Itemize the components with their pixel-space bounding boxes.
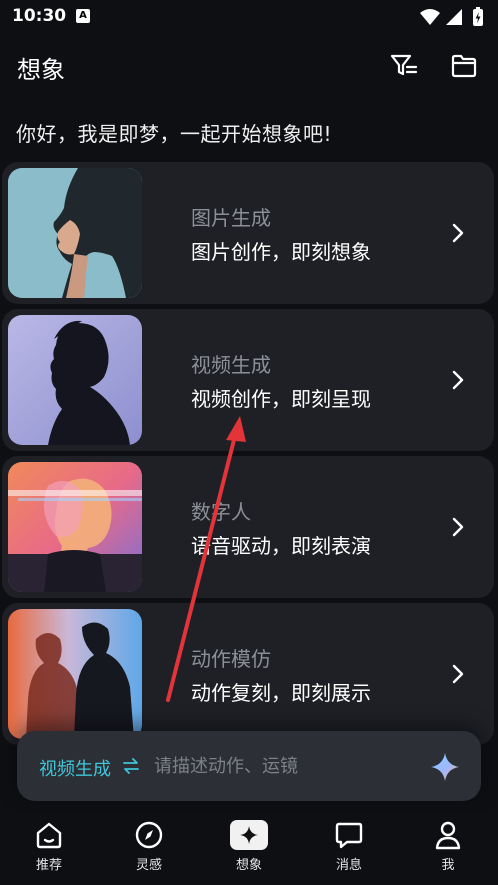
nav-label: 想象 <box>235 858 262 873</box>
chevron-right-icon <box>452 370 464 390</box>
card-title: 视频生成 <box>191 353 271 377</box>
generate-button[interactable] <box>429 751 461 783</box>
nav-item-messages[interactable]: 消息 <box>319 820 379 882</box>
compass-icon <box>135 821 163 849</box>
chevron-right-icon <box>452 664 464 684</box>
prompt-input[interactable] <box>154 751 414 781</box>
nav-label: 我 <box>441 858 455 873</box>
wifi-icon <box>420 9 440 25</box>
nav-item-me[interactable]: 我 <box>418 820 478 882</box>
bottom-navigation: 推荐 灵感 想象 消息 我 <box>0 812 498 885</box>
status-icons <box>418 6 488 26</box>
card-title: 动作模仿 <box>191 647 271 671</box>
status-notification-badge: A <box>76 9 90 23</box>
card-video-generation[interactable]: 视频生成 视频创作，即刻呈现 <box>2 309 494 451</box>
thumbnail-glitch-portrait <box>8 462 142 592</box>
nav-item-imagine[interactable]: 想象 <box>219 820 279 882</box>
user-icon <box>435 821 461 850</box>
thumbnail-silhouette-portrait <box>8 315 142 445</box>
nav-item-inspiration[interactable]: 灵感 <box>119 820 179 882</box>
battery-icon <box>473 7 483 26</box>
active-tab-indicator <box>230 820 268 850</box>
card-motion-imitation[interactable]: 动作模仿 动作复刻，即刻展示 <box>2 603 494 745</box>
chevron-right-icon <box>452 517 464 537</box>
status-bar: 10:30 A <box>0 0 498 34</box>
folder-button[interactable] <box>448 50 480 82</box>
card-digital-human[interactable]: 数字人 语音驱动，即刻表演 <box>2 456 494 598</box>
filter-button[interactable] <box>388 50 420 82</box>
thumbnail-portrait-profile <box>8 168 142 298</box>
chevron-right-icon <box>452 223 464 243</box>
card-title: 数字人 <box>191 500 251 524</box>
chat-icon <box>335 822 363 849</box>
thumbnail-blurred-figures <box>8 609 142 739</box>
signal-icon <box>446 9 462 25</box>
folder-icon <box>451 54 477 78</box>
card-title: 图片生成 <box>191 206 271 230</box>
swap-icon[interactable] <box>123 757 139 775</box>
greeting-text: 你好，我是即梦，一起开始想象吧! <box>16 122 333 146</box>
sparkle-icon <box>431 753 459 781</box>
card-description: 图片创作，即刻想象 <box>191 240 371 264</box>
filter-icon <box>390 54 418 76</box>
top-header: 想象 <box>0 40 498 92</box>
status-time: 10:30 <box>12 6 67 26</box>
card-description: 语音驱动，即刻表演 <box>191 534 371 558</box>
page-title: 想象 <box>17 56 65 84</box>
card-description: 动作复刻，即刻展示 <box>191 681 371 705</box>
nav-label: 消息 <box>335 858 362 873</box>
nav-item-recommend[interactable]: 推荐 <box>19 820 79 882</box>
mode-selector[interactable]: 视频生成 <box>39 755 111 781</box>
nav-label: 推荐 <box>35 858 62 873</box>
card-description: 视频创作，即刻呈现 <box>191 387 371 411</box>
prompt-bar: 视频生成 <box>17 731 481 801</box>
nav-label: 灵感 <box>135 858 162 873</box>
sparkle-icon <box>240 826 258 844</box>
home-icon <box>36 822 62 849</box>
card-image-generation[interactable]: 图片生成 图片创作，即刻想象 <box>2 162 494 304</box>
